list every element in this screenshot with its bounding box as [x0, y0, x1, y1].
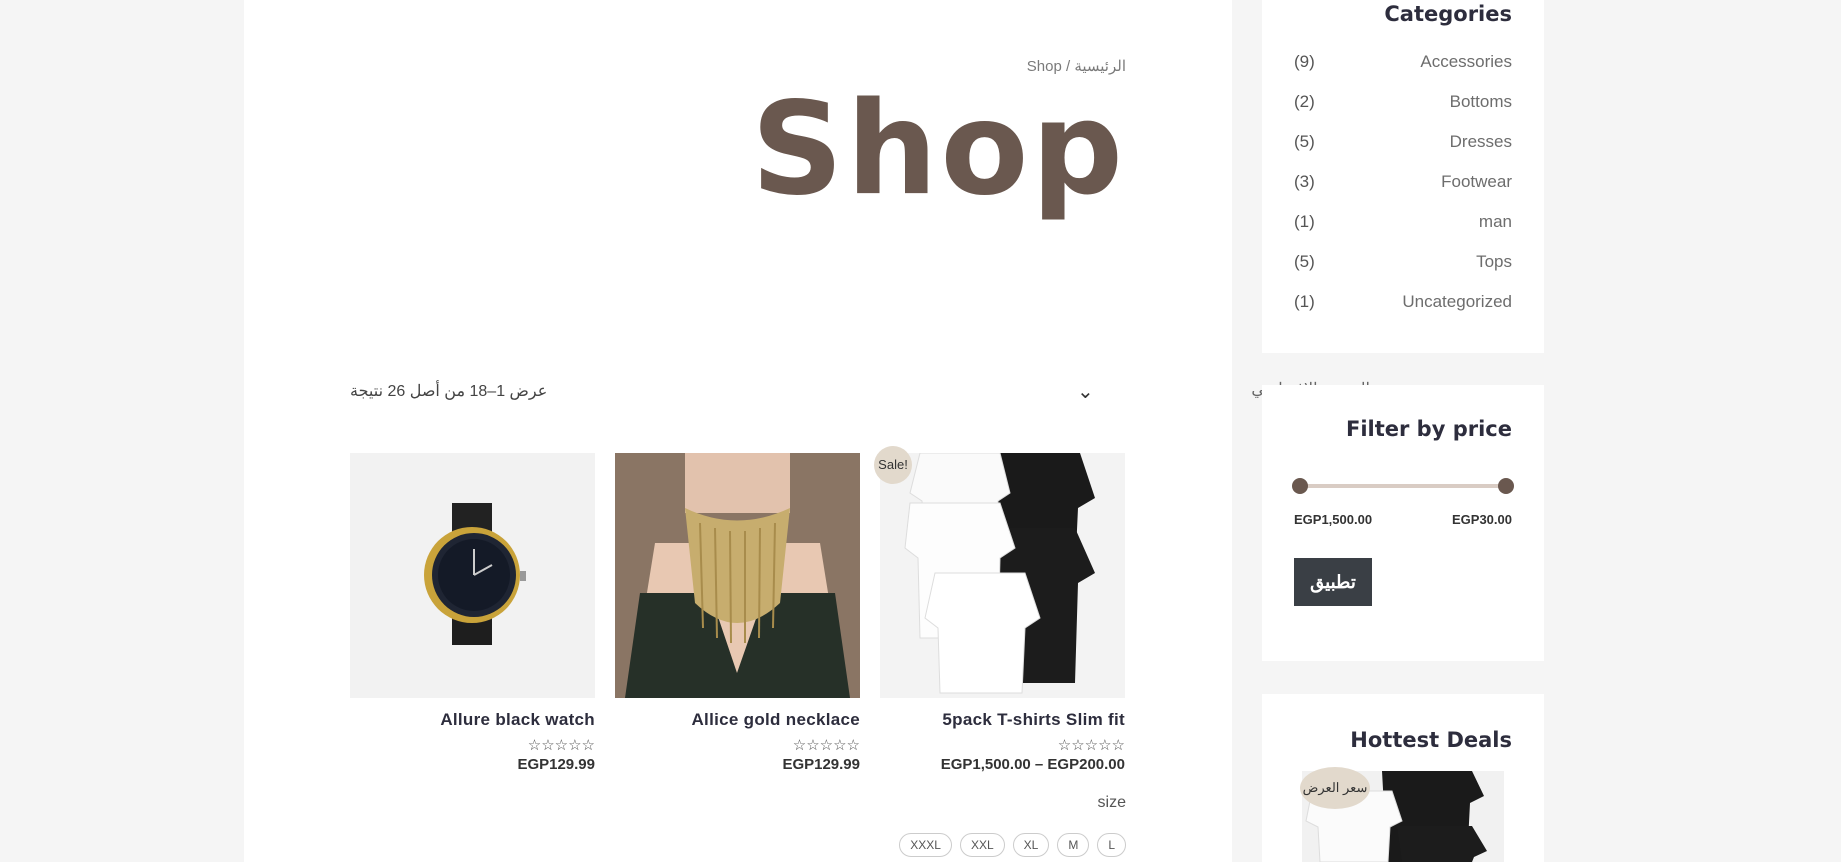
product-image-watch[interactable] — [350, 453, 595, 698]
size-filter-label: size — [1097, 794, 1126, 811]
category-link[interactable]: Bottoms — [1450, 92, 1512, 132]
deals-title: Hottest Deals — [1350, 728, 1512, 752]
price-filter-title: Filter by price — [1345, 417, 1512, 441]
category-item[interactable]: (1) Uncategorized — [1294, 292, 1512, 332]
category-link[interactable]: Dresses — [1450, 132, 1512, 172]
category-list: (9) Accessories (2) Bottoms (5) Dresses (3)… — [1294, 52, 1512, 332]
price-range-values: EGP1,500.00 EGP30.00 — [1294, 512, 1512, 527]
price-max-value: EGP1,500.00 — [1294, 512, 1373, 527]
category-count: (1) — [1294, 292, 1315, 311]
product-card[interactable]: Allure black watch ☆☆☆☆☆ EGP129.99 — [350, 453, 595, 773]
category-count: (5) — [1294, 132, 1315, 151]
product-price: EGP129.99 — [517, 756, 595, 773]
category-link[interactable]: Uncategorized — [1402, 292, 1512, 332]
shop-main-column: الرئيسية / Shop Shop عرض 1–18 من أصل 26 … — [244, 0, 1370, 862]
size-chip-xxxl[interactable]: XXXL — [899, 833, 952, 857]
category-link[interactable]: Footwear — [1441, 172, 1512, 212]
product-name[interactable]: Allure black watch — [350, 710, 595, 730]
slider-handle-min[interactable] — [1292, 478, 1308, 494]
product-card[interactable]: Allice gold necklace ☆☆☆☆☆ EGP129.99 — [615, 453, 860, 773]
category-count: (5) — [1294, 252, 1315, 271]
page-title: Shop — [751, 75, 1126, 224]
product-card[interactable]: Sale! 5pack T-shirts Slim fit ☆☆☆☆☆ EGP1… — [874, 446, 1125, 773]
category-item[interactable]: (5) Tops — [1294, 252, 1512, 292]
size-chip-xl[interactable]: XL — [1012, 833, 1050, 857]
product-image-necklace[interactable] — [615, 453, 860, 698]
price-filter-widget: Filter by price EGP1,500.00 EGP30.00 تطب… — [1262, 385, 1544, 661]
deal-sale-badge: سعر العرض — [1300, 767, 1370, 809]
slider-handle-max[interactable] — [1498, 478, 1514, 494]
product-price: EGP1,500.00 – EGP200.00 — [940, 756, 1125, 773]
product-image-tshirts[interactable] — [880, 453, 1125, 698]
category-item[interactable]: (3) Footwear — [1294, 172, 1512, 212]
breadcrumb[interactable]: الرئيسية / Shop — [1027, 57, 1126, 75]
size-chip-l[interactable]: L — [1097, 833, 1126, 857]
category-item[interactable]: (9) Accessories — [1294, 52, 1512, 92]
category-count: (9) — [1294, 52, 1315, 71]
category-count: (1) — [1294, 212, 1315, 231]
categories-widget: Categories (9) Accessories (2) Bottoms (5)… — [1262, 0, 1544, 353]
category-count: (2) — [1294, 92, 1315, 111]
size-chip-xxl[interactable]: XXL — [959, 833, 1005, 857]
product-name[interactable]: 5pack T-shirts Slim fit — [880, 710, 1125, 730]
category-link[interactable]: Tops — [1476, 252, 1512, 292]
category-item[interactable]: (2) Bottoms — [1294, 92, 1512, 132]
apply-filter-button[interactable]: تطبيق — [1294, 558, 1372, 606]
size-options: L M XL XXL XXXL — [899, 833, 1126, 857]
price-range-slider[interactable] — [1292, 478, 1514, 494]
category-link[interactable]: man — [1479, 212, 1512, 252]
rating-stars: ☆☆☆☆☆ — [1057, 737, 1125, 754]
product-name[interactable]: Allice gold necklace — [615, 710, 860, 730]
categories-title: Categories — [1384, 2, 1512, 26]
result-count: عرض 1–18 من أصل 26 نتيجة — [350, 383, 548, 400]
category-item[interactable]: (5) Dresses — [1294, 132, 1512, 172]
product-price: EGP129.99 — [782, 756, 860, 773]
sale-badge: Sale! — [874, 446, 912, 484]
rating-stars: ☆☆☆☆☆ — [527, 737, 595, 754]
category-count: (3) — [1294, 172, 1315, 191]
category-link[interactable]: Accessories — [1420, 52, 1512, 92]
hottest-deals-widget: Hottest Deals سعر العرض — [1262, 694, 1544, 862]
chevron-down-icon: ⌄ — [1077, 381, 1094, 403]
rating-stars: ☆☆☆☆☆ — [792, 737, 860, 754]
price-min-value: EGP30.00 — [1452, 512, 1512, 527]
size-chip-m[interactable]: M — [1057, 833, 1090, 857]
slider-track — [1294, 484, 1512, 488]
category-item[interactable]: (1) man — [1294, 212, 1512, 252]
